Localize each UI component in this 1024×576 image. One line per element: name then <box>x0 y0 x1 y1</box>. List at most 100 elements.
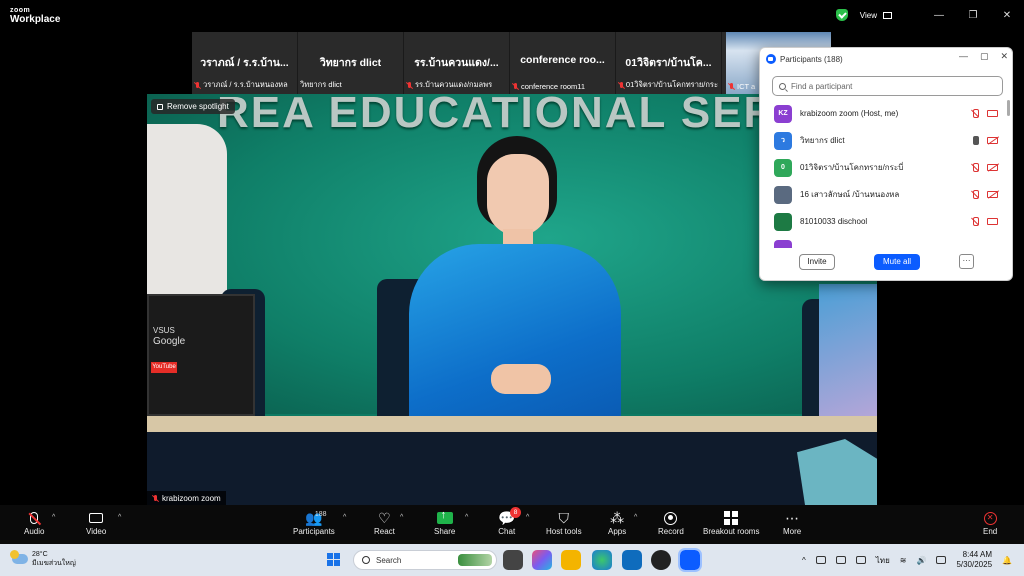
camera-off-icon[interactable] <box>987 191 998 198</box>
copilot-icon[interactable] <box>532 550 552 570</box>
share-button[interactable]: Share <box>434 509 455 536</box>
chat-button[interactable]: 💬 8 Chat <box>498 507 521 536</box>
mic-muted-icon <box>618 81 624 89</box>
minimize-button[interactable]: — <box>922 10 956 21</box>
mic-muted-icon <box>728 83 735 90</box>
react-button[interactable]: ♡ React <box>374 509 395 537</box>
tray-app-icon[interactable] <box>815 556 826 564</box>
avatar <box>774 212 792 231</box>
invite-button[interactable]: Invite <box>799 254 835 270</box>
zoom-logo: zoom Workplace <box>10 6 61 25</box>
video-thumbnail[interactable]: รร.บ้านควนแดง/... รร.บ้านควนแดง/กมลพร <box>404 32 510 94</box>
restore-button[interactable]: ❐ <box>956 10 990 21</box>
desk-front <box>147 432 877 505</box>
participant-row[interactable]: KZ krabizoom zoom (Host, me) <box>760 100 1010 127</box>
participant-row[interactable]: ว วิทยากร dlict <box>760 127 1010 154</box>
weather-widget[interactable]: 28°C มีเมฆส่วนใหญ่ <box>10 550 76 568</box>
input-language[interactable]: ไทย <box>876 554 890 567</box>
outlook-icon[interactable] <box>622 550 642 570</box>
camera-off-icon[interactable] <box>987 164 998 171</box>
react-options-chevron-icon[interactable]: ^ <box>400 514 403 521</box>
avatar: KZ <box>774 104 792 123</box>
camera-off-icon[interactable] <box>987 137 998 144</box>
battery-icon[interactable] <box>936 556 947 564</box>
end-label: End <box>983 527 998 536</box>
participants-button[interactable]: 👥 188 Participants <box>293 509 335 537</box>
taskbar-search-label: Search <box>376 555 402 565</box>
view-button[interactable]: View <box>860 11 877 20</box>
more-options-button[interactable]: ··· <box>959 254 974 269</box>
apps-button[interactable]: ⁂ Apps <box>608 509 626 537</box>
mic-muted-icon[interactable] <box>971 163 979 172</box>
thumbnail-label: วิทยากร dlict <box>300 80 342 89</box>
clock-time: 8:44 AM <box>962 550 993 559</box>
mute-all-button[interactable]: Mute all <box>874 254 920 270</box>
desk-top <box>147 416 877 432</box>
chat-options-chevron-icon[interactable]: ^ <box>526 514 529 521</box>
left-participant-figure <box>147 124 227 299</box>
taskbar-clock[interactable]: 8:44 AM 5/30/2025 <box>956 550 992 570</box>
thumbnail-label: วราภณ์ / ร.ร.บ้านหนองหล <box>203 80 288 89</box>
participant-row[interactable] <box>760 235 1010 248</box>
tray-bluetooth-icon[interactable] <box>855 556 866 564</box>
mic-muted-icon[interactable] <box>971 109 979 118</box>
panel-maximize-button[interactable]: ▢ <box>980 51 989 62</box>
participant-row[interactable]: 0 01วิจิตรา/บ้านโคกทราย/กระบี่ <box>760 154 1010 181</box>
obs-app-icon[interactable] <box>651 550 671 570</box>
avatar <box>774 239 792 248</box>
brand-big: Workplace <box>10 14 61 25</box>
panel-close-button[interactable]: ✕ <box>1000 51 1008 62</box>
view-grid-icon[interactable] <box>883 11 892 19</box>
speaker-name: krabizoom zoom <box>162 493 221 503</box>
apps-icon: ⁂ <box>610 509 625 526</box>
mic-muted-icon[interactable] <box>971 190 979 199</box>
close-window-button[interactable]: ✕ <box>990 10 1024 21</box>
tray-cloud-icon[interactable] <box>835 556 846 564</box>
record-button[interactable]: Record <box>658 509 684 536</box>
apps-options-chevron-icon[interactable]: ^ <box>634 514 637 521</box>
audio-options-chevron-icon[interactable]: ^ <box>52 514 55 521</box>
participant-row[interactable]: 16 เสาวลักษณ์ /บ้านหนองหล <box>760 181 1010 208</box>
youtube-logo: YouTube <box>151 362 177 373</box>
edge-browser-icon[interactable] <box>592 550 612 570</box>
video-button[interactable]: Video <box>86 509 106 536</box>
host-tools-button[interactable]: ⛉ Host tools <box>546 509 582 537</box>
participant-name: 16 เสาวลักษณ์ /บ้านหนองหล <box>800 190 900 199</box>
mic-muted-icon[interactable] <box>971 217 979 226</box>
end-meeting-button[interactable]: ✕ End <box>983 509 997 536</box>
notification-bell-icon[interactable]: 🔔 <box>1002 556 1012 565</box>
video-thumbnail[interactable]: conference roo... conference room11 <box>510 32 616 94</box>
participant-name: 81010033 dischool <box>800 217 868 226</box>
task-view-icon[interactable] <box>503 550 523 570</box>
more-button[interactable]: ⋯ More <box>783 509 801 537</box>
mic-icon[interactable] <box>971 136 979 145</box>
volume-icon[interactable]: 🔊 <box>916 556 926 565</box>
video-thumbnail[interactable]: 01วิจิตรา/บ้านโค... 01วิจิตรา/บ้านโคกทรา… <box>616 32 722 94</box>
taskbar-search-box[interactable]: Search <box>353 550 497 570</box>
file-explorer-icon[interactable] <box>561 550 581 570</box>
panel-minimize-button[interactable]: — <box>959 51 968 62</box>
share-options-chevron-icon[interactable]: ^ <box>465 514 468 521</box>
encryption-shield-icon[interactable] <box>835 9 848 21</box>
participant-name: วิทยากร dlict <box>800 136 845 145</box>
wifi-icon[interactable]: ≋ <box>900 556 907 565</box>
tray-overflow-chevron-icon[interactable]: ^ <box>802 556 806 565</box>
video-thumbnail[interactable]: วราภณ์ / ร.ร.บ้าน... วราภณ์ / ร.ร.บ้านหน… <box>192 32 298 94</box>
participant-row[interactable]: 81010033 dischool <box>760 208 1010 235</box>
zoom-taskbar-icon[interactable] <box>678 548 702 572</box>
remove-spotlight-button[interactable]: Remove spotlight <box>151 99 235 114</box>
audio-button[interactable]: Audio <box>24 509 44 536</box>
avatar: ว <box>774 131 792 150</box>
right-participant-figure <box>819 284 877 424</box>
camera-icon[interactable] <box>987 218 998 225</box>
camera-icon[interactable] <box>987 110 998 117</box>
video-thumbnail[interactable]: วิทยากร dlict วิทยากร dlict <box>298 32 404 94</box>
share-label: Share <box>434 527 456 536</box>
start-button-icon[interactable] <box>327 553 340 566</box>
participants-options-chevron-icon[interactable]: ^ <box>343 514 346 521</box>
participant-search-input[interactable]: Find a participant <box>772 76 1003 96</box>
windows-taskbar: 28°C มีเมฆส่วนใหญ่ Search ^ ไทย ≋ 🔊 8:44… <box>0 544 1024 576</box>
more-dots-icon: ⋯ <box>785 509 800 526</box>
video-options-chevron-icon[interactable]: ^ <box>118 514 121 521</box>
breakout-rooms-button[interactable]: Breakout rooms <box>703 509 759 536</box>
